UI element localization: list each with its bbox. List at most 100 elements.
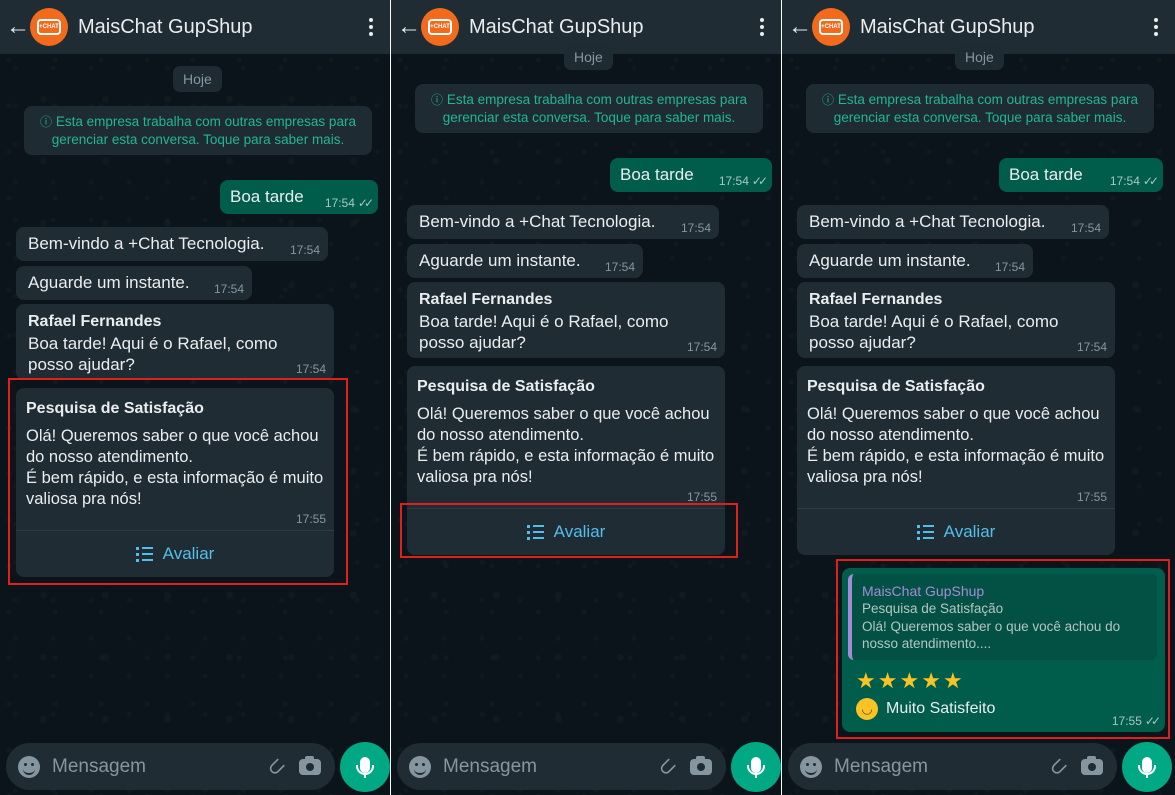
business-notice-text: Esta empresa trabalha com outras empresa… — [833, 92, 1138, 125]
message-time: 17:54 — [1070, 221, 1101, 235]
message-text: Boa tarde — [620, 165, 694, 184]
message-time: 17:54 — [604, 260, 635, 274]
more-options-icon[interactable] — [747, 18, 777, 36]
message-time: 17:54 — [680, 221, 711, 235]
incoming-message[interactable]: Bem-vindo a +Chat Tecnologia. 17:54 — [797, 205, 1109, 239]
incoming-message[interactable]: Bem-vindo a +Chat Tecnologia. 17:54 — [16, 227, 328, 261]
incoming-message[interactable]: Aguarde um instante. 17:54 — [797, 244, 1033, 278]
camera-icon[interactable] — [690, 755, 712, 775]
emoji-icon[interactable] — [409, 755, 431, 778]
message-text: Bem-vindo a +Chat Tecnologia. — [28, 234, 265, 253]
incoming-message[interactable]: Bem-vindo a +Chat Tecnologia. 17:54 — [407, 205, 719, 239]
message-input-bar[interactable]: Mensagem ⊂ — [397, 743, 726, 790]
business-notice-text: Esta empresa trabalha com outras empresa… — [51, 114, 356, 147]
camera-icon[interactable] — [299, 755, 321, 775]
day-chip: Hoje — [955, 44, 1004, 70]
info-icon: ⓘ — [822, 93, 835, 107]
business-notice[interactable]: ⓘ Esta empresa trabalha com outras empre… — [806, 84, 1154, 133]
message-input-bar[interactable]: Mensagem ⊂ — [6, 743, 335, 790]
highlight-annotation — [8, 378, 348, 585]
message-time: 17:55 — [686, 490, 717, 504]
info-icon: ⓘ — [40, 115, 53, 129]
emoji-icon[interactable] — [800, 755, 822, 778]
message-time: 17:54 — [1109, 174, 1140, 188]
incoming-message[interactable]: Aguarde um instante. 17:54 — [407, 244, 643, 278]
list-icon — [916, 524, 934, 540]
agent-name: Rafael Fernandes — [809, 291, 943, 308]
avatar[interactable]: +CHAT — [812, 8, 850, 46]
survey-action-button[interactable]: Avaliar — [797, 509, 1115, 555]
avatar-logo-text: +CHAT — [819, 19, 843, 35]
message-time: 17:54 — [718, 174, 749, 188]
outgoing-message[interactable]: Boa tarde 17:54 ✓✓ — [999, 158, 1163, 192]
mic-icon — [1138, 757, 1156, 778]
chat-screen-1: ← +CHAT MaisChat GupShup Hoje ⓘ Esta emp… — [0, 0, 390, 795]
message-text: Boa tarde — [1009, 165, 1083, 184]
incoming-message[interactable]: Aguarde um instante. 17:54 — [16, 266, 252, 300]
message-time: 17:54 — [213, 282, 244, 296]
mic-button[interactable] — [1122, 742, 1172, 792]
mic-button[interactable] — [340, 742, 390, 792]
message-text: Aguarde um instante. — [419, 251, 581, 270]
contact-name[interactable]: MaisChat GupShup — [860, 16, 1141, 39]
more-options-icon[interactable] — [1141, 18, 1171, 36]
back-arrow-icon[interactable]: ← — [788, 15, 812, 39]
message-input[interactable]: Mensagem — [443, 756, 658, 778]
chat-screen-3: ← +CHAT MaisChat GupShup Hoje ⓘ Esta emp… — [782, 0, 1175, 795]
outgoing-message[interactable]: Boa tarde 17:54 ✓✓ — [610, 158, 772, 192]
business-notice[interactable]: ⓘ Esta empresa trabalha com outras empre… — [24, 106, 372, 155]
contact-name[interactable]: MaisChat GupShup — [469, 16, 747, 39]
message-time: 17:55 — [1076, 490, 1107, 504]
survey-action-label: Avaliar — [943, 522, 996, 541]
avatar-logo-text: +CHAT — [428, 19, 452, 35]
agent-message[interactable]: Rafael Fernandes Boa tarde! Aqui é o Raf… — [407, 282, 725, 358]
message-input[interactable]: Mensagem — [834, 756, 1049, 778]
message-text: Aguarde um instante. — [809, 251, 971, 270]
back-arrow-icon[interactable]: ← — [397, 15, 421, 39]
avatar[interactable]: +CHAT — [30, 8, 68, 46]
message-time: 17:54 — [1076, 340, 1107, 354]
message-time: 17:54 — [324, 196, 355, 210]
message-text: Bem-vindo a +Chat Tecnologia. — [809, 212, 1046, 231]
survey-title: Pesquisa de Satisfação — [807, 378, 985, 395]
survey-body-line: Olá! Queremos saber o que você achou do … — [807, 405, 1100, 444]
double-check-icon: ✓✓ — [357, 196, 374, 210]
survey-message[interactable]: Pesquisa de Satisfação Olá! Queremos sab… — [797, 366, 1115, 555]
survey-body-line: É bem rápido, e esta informação é muito … — [807, 447, 1105, 486]
agent-name: Rafael Fernandes — [28, 313, 162, 330]
mic-button[interactable] — [731, 742, 781, 792]
survey-body: Olá! Queremos saber o que você achou do … — [417, 404, 715, 488]
message-time: 17:54 — [289, 243, 320, 257]
survey-title: Pesquisa de Satisfação — [417, 378, 595, 395]
camera-icon[interactable] — [1081, 755, 1103, 775]
back-arrow-icon[interactable]: ← — [6, 15, 30, 39]
agent-message[interactable]: Rafael Fernandes Boa tarde! Aqui é o Raf… — [16, 304, 334, 380]
mic-icon — [747, 757, 765, 778]
message-time: 17:54 — [686, 340, 717, 354]
message-input[interactable]: Mensagem — [52, 756, 267, 778]
message-text: Boa tarde — [230, 187, 304, 206]
survey-body: Olá! Queremos saber o que você achou do … — [807, 404, 1105, 488]
message-time: 17:54 — [295, 362, 326, 376]
chat-header: ← +CHAT MaisChat GupShup — [0, 0, 390, 54]
more-options-icon[interactable] — [356, 18, 386, 36]
message-text: Boa tarde! Aqui é o Rafael, como posso a… — [809, 312, 1059, 352]
message-text: Bem-vindo a +Chat Tecnologia. — [419, 212, 656, 231]
double-check-icon: ✓✓ — [1142, 174, 1159, 188]
day-chip: Hoje — [173, 66, 222, 92]
message-text: Boa tarde! Aqui é o Rafael, como posso a… — [28, 334, 278, 374]
business-notice[interactable]: ⓘ Esta empresa trabalha com outras empre… — [415, 84, 763, 133]
emoji-icon[interactable] — [18, 755, 40, 778]
chat-screen-2: ← +CHAT MaisChat GupShup Hoje ⓘ Esta emp… — [391, 0, 781, 795]
outgoing-message[interactable]: Boa tarde 17:54 ✓✓ — [220, 180, 378, 214]
info-icon: ⓘ — [431, 93, 444, 107]
business-notice-text: Esta empresa trabalha com outras empresa… — [442, 92, 747, 125]
message-input-bar[interactable]: Mensagem ⊂ — [788, 743, 1117, 790]
message-text: Aguarde um instante. — [28, 273, 190, 292]
agent-name: Rafael Fernandes — [419, 291, 553, 308]
contact-name[interactable]: MaisChat GupShup — [78, 16, 356, 39]
avatar[interactable]: +CHAT — [421, 8, 459, 46]
agent-message[interactable]: Rafael Fernandes Boa tarde! Aqui é o Raf… — [797, 282, 1115, 358]
double-check-icon: ✓✓ — [751, 174, 768, 188]
avatar-logo-text: +CHAT — [37, 19, 61, 35]
